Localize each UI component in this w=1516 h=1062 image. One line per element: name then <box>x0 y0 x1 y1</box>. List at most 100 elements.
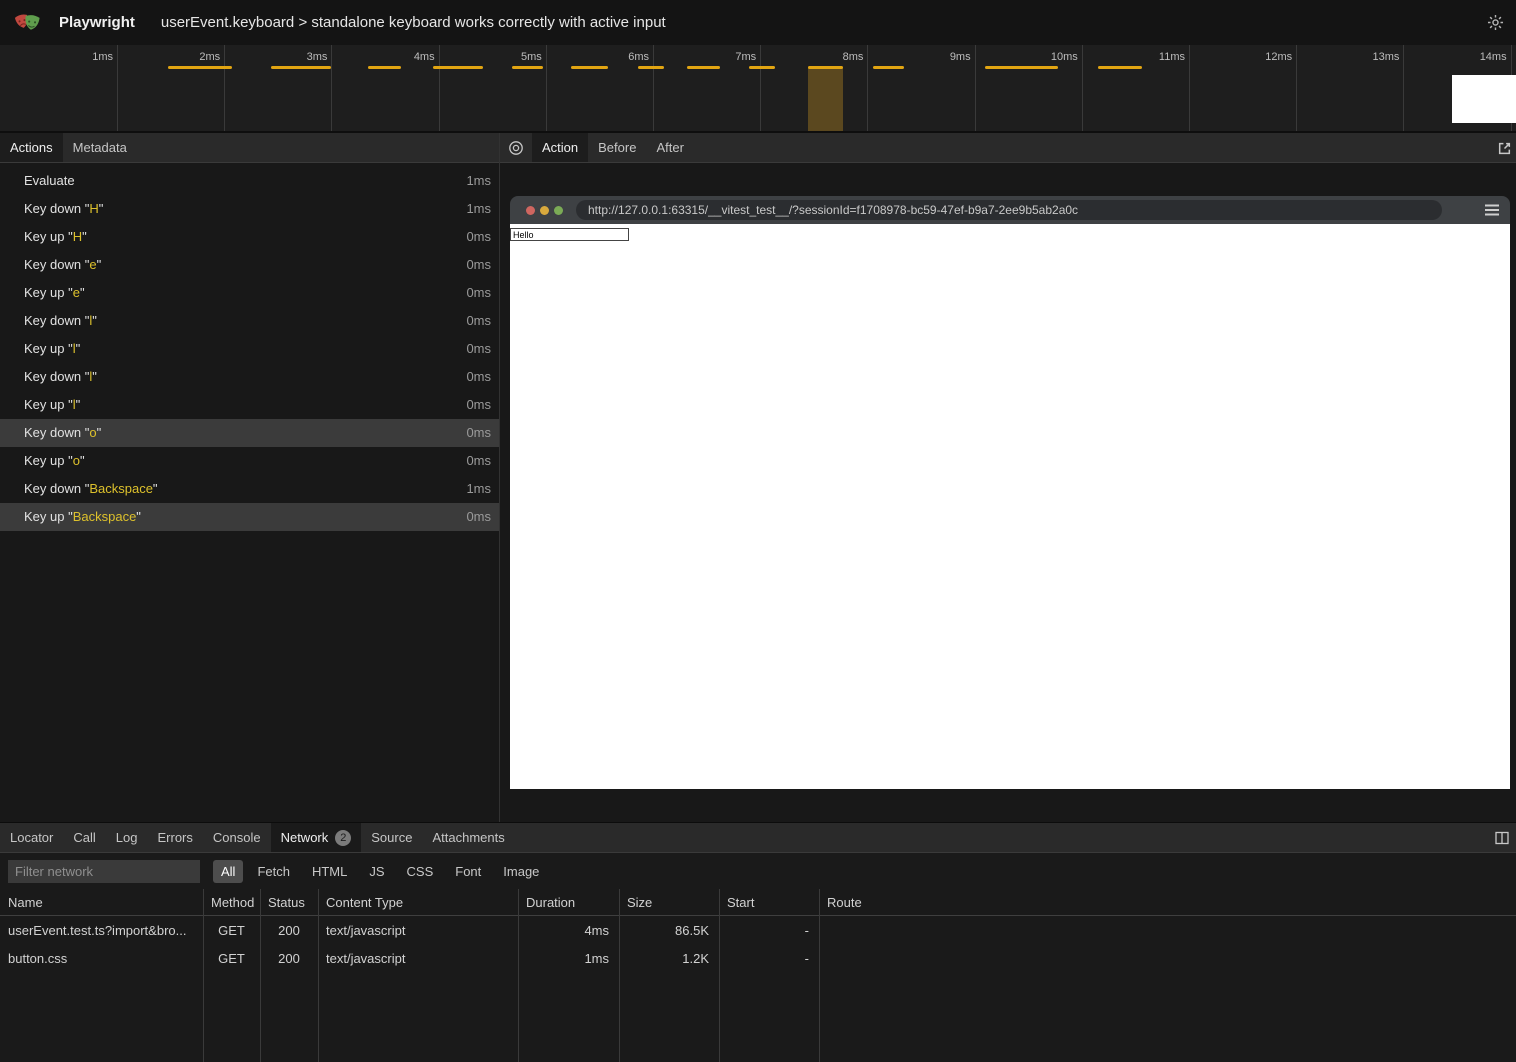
filter-chip-html[interactable]: HTML <box>304 860 355 883</box>
timeline-action-bar <box>808 66 843 69</box>
timeline-gridline <box>653 45 654 131</box>
filter-chip-js[interactable]: JS <box>361 860 392 883</box>
action-duration: 0ms <box>466 447 491 475</box>
timeline-screenshot-thumbnail <box>1452 75 1516 123</box>
action-row[interactable]: Evaluate1ms <box>0 167 499 195</box>
network-request-row[interactable]: button.cssGET200text/javascript1ms1.2K- <box>0 944 1516 972</box>
timeline-action-bar <box>433 66 483 69</box>
action-row[interactable]: Key down "l"0ms <box>0 307 499 335</box>
filter-chip-all[interactable]: All <box>213 860 243 883</box>
action-duration: 0ms <box>466 223 491 251</box>
column-separator <box>318 889 319 1062</box>
cell-start: - <box>719 923 819 938</box>
action-row[interactable]: Key down "o"0ms <box>0 419 499 447</box>
column-header-start[interactable]: Start <box>719 895 819 910</box>
tab-locator[interactable]: Locator <box>0 823 63 852</box>
cell-status: 200 <box>260 923 318 938</box>
open-external-icon[interactable] <box>1497 141 1512 159</box>
action-label-close-quote: " <box>80 285 85 300</box>
address-bar: http://127.0.0.1:63315/__vitest_test__/?… <box>576 200 1442 220</box>
action-row[interactable]: Key up "Backspace"0ms <box>0 503 499 531</box>
network-table-header: NameMethodStatusContent TypeDurationSize… <box>0 889 1516 916</box>
timeline-action-bar <box>638 66 664 69</box>
timeline-gridline <box>975 45 976 131</box>
column-separator <box>260 889 261 1062</box>
pick-locator-target-icon[interactable] <box>500 133 532 162</box>
timeline-gridline <box>1082 45 1083 131</box>
split-columns-icon[interactable] <box>1494 830 1510 851</box>
filter-chip-image[interactable]: Image <box>495 860 547 883</box>
column-header-size[interactable]: Size <box>619 895 719 910</box>
cell-method: GET <box>203 923 260 938</box>
action-row[interactable]: Key down "H"1ms <box>0 195 499 223</box>
network-request-row[interactable]: userEvent.test.ts?import&bro...GET200tex… <box>0 916 1516 944</box>
tab-errors[interactable]: Errors <box>147 823 202 852</box>
cell-start: - <box>719 951 819 966</box>
action-row[interactable]: Key down "Backspace"1ms <box>0 475 499 503</box>
column-separator <box>819 889 820 1062</box>
test-title: userEvent.keyboard > standalone keyboard… <box>161 14 666 31</box>
tab-log[interactable]: Log <box>106 823 148 852</box>
column-header-status[interactable]: Status <box>260 895 318 910</box>
timeline-tick-label: 10ms <box>1018 51 1078 63</box>
action-label: Key up " <box>24 285 73 300</box>
tab-call[interactable]: Call <box>63 823 105 852</box>
tab-before[interactable]: Before <box>588 133 646 162</box>
action-label: Key up " <box>24 229 73 244</box>
action-row[interactable]: Key up "l"0ms <box>0 335 499 363</box>
network-count-badge: 2 <box>335 830 351 846</box>
timeline-gridline <box>1296 45 1297 131</box>
tab-action[interactable]: Action <box>532 133 588 162</box>
filter-chip-css[interactable]: CSS <box>399 860 442 883</box>
cell-name: button.css <box>0 951 203 966</box>
action-list: Evaluate1msKey down "H"1msKey up "H"0msK… <box>0 163 499 531</box>
tab-network[interactable]: Network2 <box>271 823 362 852</box>
tab-source[interactable]: Source <box>361 823 422 852</box>
actions-panel: ActionsMetadata Evaluate1msKey down "H"1… <box>0 133 499 822</box>
action-label-close-quote: " <box>80 453 85 468</box>
column-header-route[interactable]: Route <box>819 895 1516 910</box>
tab-attachments[interactable]: Attachments <box>422 823 514 852</box>
tab-console[interactable]: Console <box>203 823 271 852</box>
filter-network-input[interactable] <box>8 860 200 883</box>
action-row[interactable]: Key up "l"0ms <box>0 391 499 419</box>
action-row[interactable]: Key down "e"0ms <box>0 251 499 279</box>
action-duration: 0ms <box>466 391 491 419</box>
timeline-tick-label: 8ms <box>803 51 863 63</box>
action-duration: 0ms <box>466 363 491 391</box>
timeline-action-bar <box>168 66 232 69</box>
column-header-method[interactable]: Method <box>203 895 260 910</box>
timeline-action-bar <box>1098 66 1142 69</box>
tab-after[interactable]: After <box>646 133 693 162</box>
action-row[interactable]: Key up "o"0ms <box>0 447 499 475</box>
page-text-input[interactable] <box>510 228 629 241</box>
action-key-text: e <box>73 285 80 300</box>
filter-chip-font[interactable]: Font <box>447 860 489 883</box>
timeline-tick-label: 7ms <box>696 51 756 63</box>
filter-chip-fetch[interactable]: Fetch <box>249 860 298 883</box>
bottom-tabbar: LocatorCall Log Errors Console Network2Sourc… <box>0 823 1516 853</box>
column-header-name[interactable]: Name <box>0 895 203 910</box>
tab-actions[interactable]: Actions <box>0 133 63 162</box>
action-label: Key up " <box>24 453 73 468</box>
timeline-tick-label: 6ms <box>589 51 649 63</box>
tab-before-label: Before <box>598 140 636 155</box>
tab-metadata[interactable]: Metadata <box>63 133 137 162</box>
action-label-close-quote: " <box>136 509 141 524</box>
traffic-light-dot <box>554 206 563 215</box>
tab-errors-label: Errors <box>157 830 192 845</box>
settings-gear-icon[interactable] <box>1486 13 1506 33</box>
column-header-content-type[interactable]: Content Type <box>318 895 518 910</box>
column-header-duration[interactable]: Duration <box>518 895 619 910</box>
action-duration: 1ms <box>466 475 491 503</box>
action-key-text: o <box>89 425 96 440</box>
tab-log-label: Log <box>116 830 138 845</box>
action-row[interactable]: Key up "e"0ms <box>0 279 499 307</box>
timeline[interactable]: 1ms2ms3ms4ms5ms6ms7ms8ms9ms10ms11ms12ms1… <box>0 45 1516 133</box>
action-row[interactable]: Key up "H"0ms <box>0 223 499 251</box>
action-duration: 0ms <box>466 335 491 363</box>
cell-method: GET <box>203 951 260 966</box>
action-key-text: e <box>89 257 96 272</box>
action-row[interactable]: Key down "l"0ms <box>0 363 499 391</box>
tab-console-label: Console <box>213 830 261 845</box>
